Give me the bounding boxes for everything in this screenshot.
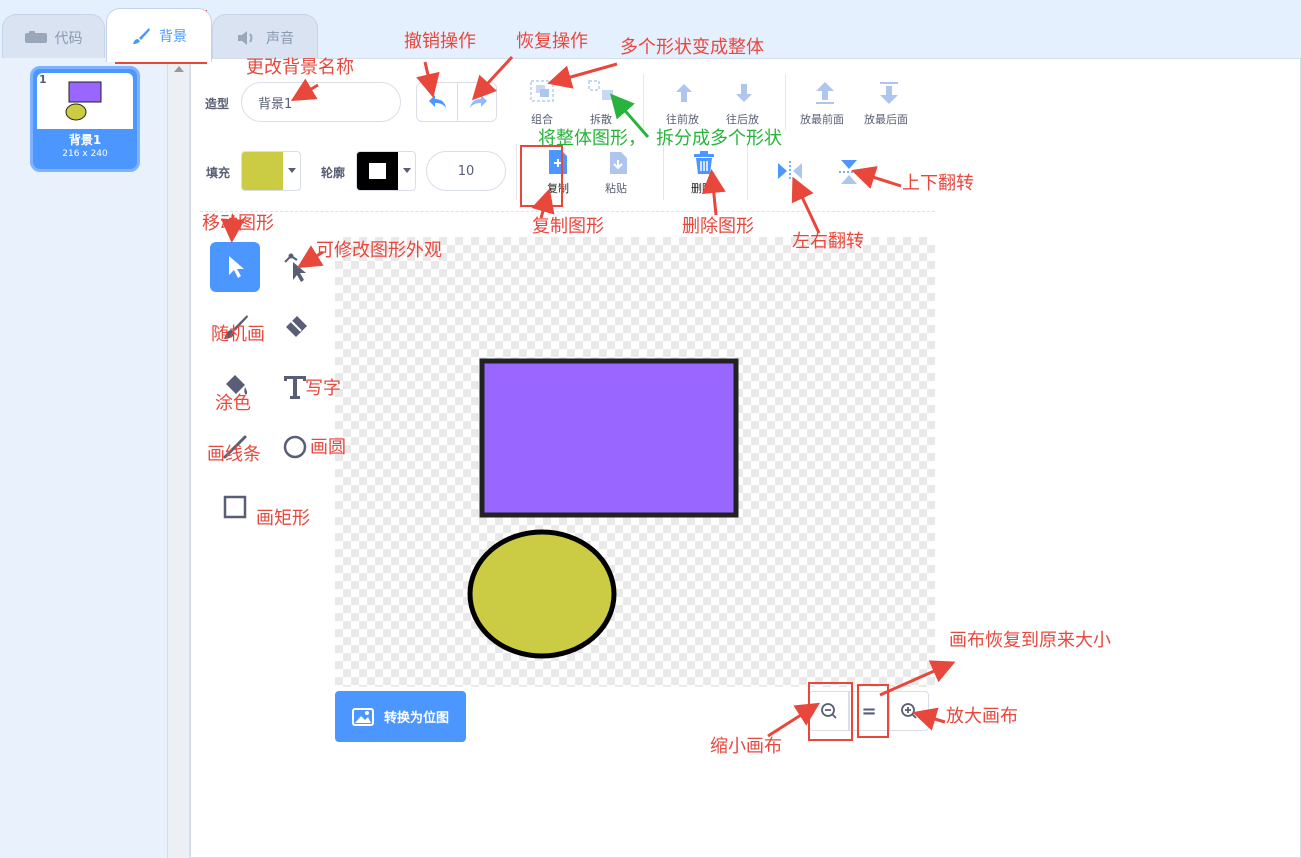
- annotation-arrows: [220, 55, 956, 738]
- annotation-reset-zoom: 画布恢复到原来大小: [949, 630, 1111, 651]
- annotation-circle: 画圆: [310, 437, 346, 458]
- annotation-redo: 恢复操作: [516, 31, 588, 52]
- annotation-reshape: 可修改图形外观: [316, 240, 442, 261]
- annotation-flip-horizontal: 左右翻转: [792, 231, 864, 252]
- annotation-zoom-in: 放大画布: [946, 706, 1018, 727]
- annotation-brush: 随机画: [211, 324, 265, 345]
- annotation-move: 移动图形: [202, 213, 274, 234]
- annotation-zoom-out: 缩小画布: [710, 736, 782, 757]
- annotation-flip-vertical: 上下翻转: [902, 173, 974, 194]
- tab-backdrop-label: 背景: [159, 28, 187, 45]
- annotation-group: 多个形状变成整体: [620, 37, 764, 58]
- paintbrush-icon: [131, 26, 151, 46]
- annotation-undo: 撤销操作: [404, 31, 476, 52]
- annotation-ungroup-2: 拆分成多个形状: [656, 128, 782, 149]
- annotation-delete: 删除图形: [682, 216, 754, 237]
- tab-backdrop[interactable]: 背景: [106, 8, 212, 62]
- annotation-rect: 画矩形: [256, 508, 310, 529]
- annotation-fill: 涂色: [215, 393, 251, 414]
- annotation-text: 写字: [305, 378, 341, 399]
- annotation-line: 画线条: [207, 444, 261, 465]
- annotation-rename: 更改背景名称: [246, 57, 354, 78]
- annotation-copy: 复制图形: [532, 216, 604, 237]
- annotation-ungroup-1: 将整体图形，: [538, 128, 646, 149]
